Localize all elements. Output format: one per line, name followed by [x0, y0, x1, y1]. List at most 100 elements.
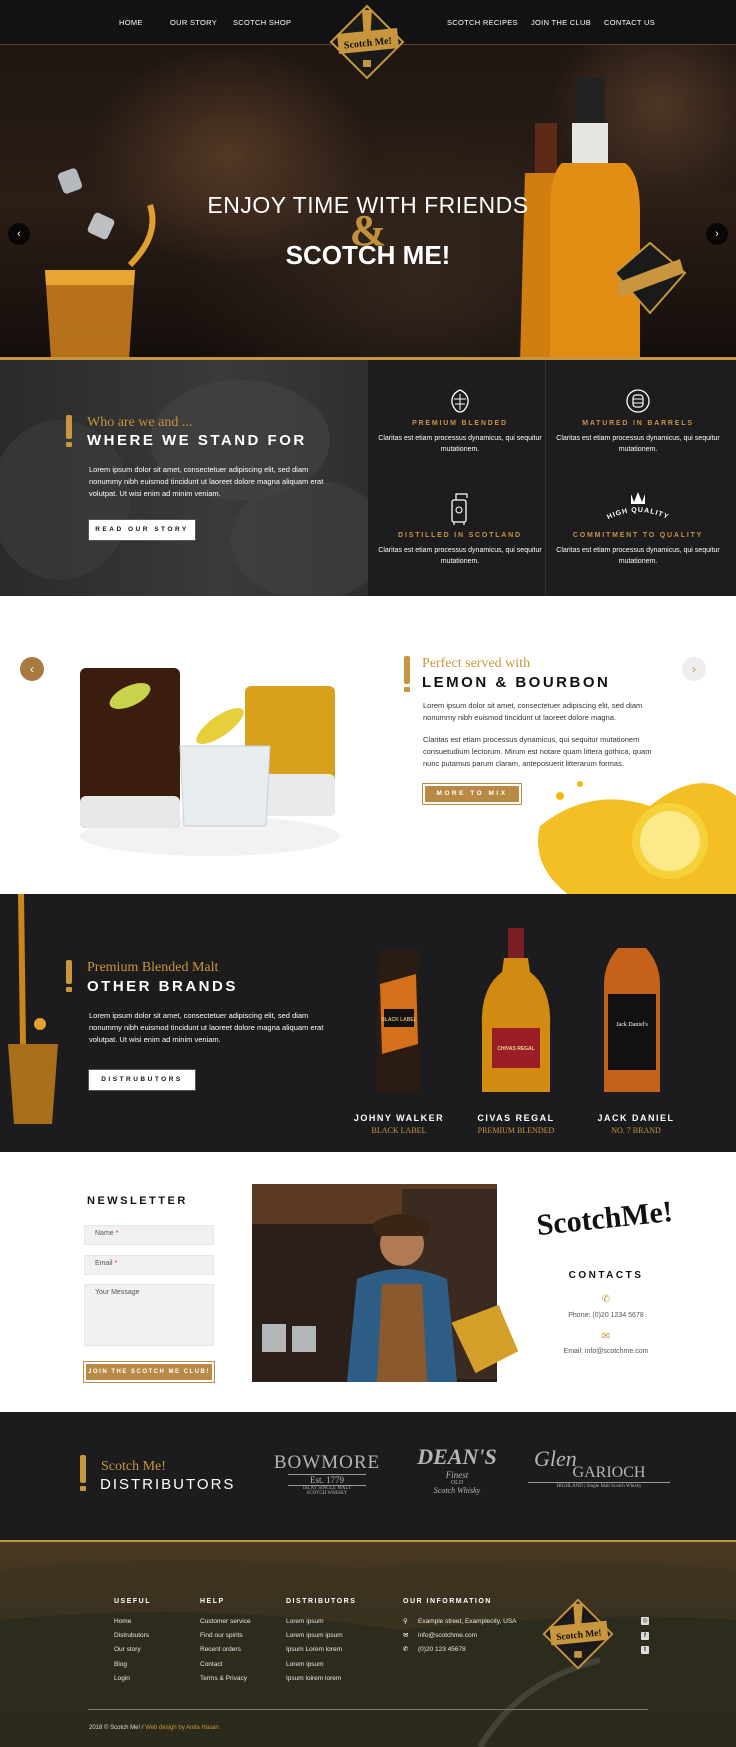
footer-link-distributor[interactable]: Ipsum Lorem lorem — [286, 1646, 342, 1653]
barrel-badge-icon — [626, 389, 650, 413]
footer-link-terms[interactable]: Terms & Privacy — [200, 1675, 247, 1682]
hero-divider — [0, 357, 736, 360]
footer-link-home[interactable]: Home — [114, 1618, 131, 1625]
exclamation-icon — [80, 1455, 86, 1483]
feature-desc: Claritas est etiam processus dynamicus, … — [556, 435, 720, 453]
brand-name: JOHNY WALKER — [353, 1113, 445, 1123]
exclamation-icon — [66, 960, 72, 984]
brand-name: CIVAS REGAL — [477, 1113, 555, 1123]
footer-help-title: HELP — [200, 1598, 225, 1605]
newsletter-section: NEWSLETTER Name * Email * Your Message J… — [0, 1152, 736, 1412]
lemon-text-2: Claritas est etiam processus dynamicus, … — [423, 735, 652, 768]
bartender-photo — [252, 1184, 519, 1382]
feature-distilled-scotland: DISTILLED IN SCOTLAND Claritas est etiam… — [368, 490, 552, 567]
footer-distributors-title: DISTRIBUTORS — [286, 1598, 357, 1605]
crown-badge-icon: HIGH QUALITY — [606, 492, 670, 521]
svg-text:HIGH QUALITY: HIGH QUALITY — [606, 507, 670, 521]
feature-desc: Claritas est etiam processus dynamicus, … — [378, 435, 542, 453]
footer-link-recent-orders[interactable]: Recent orders — [200, 1646, 241, 1653]
brand-subtitle: NO. 7 BRAND — [611, 1126, 661, 1135]
distributors-title: DISTRIBUTORS — [100, 1476, 236, 1493]
feature-title: MATURED IN BARRELS — [582, 420, 694, 427]
footer-info-title: OUR INFORMATION — [403, 1598, 492, 1605]
nav-join-club[interactable]: JOIN THE CLUB — [531, 18, 591, 27]
deans-logo[interactable]: DEAN'S Finest OLD Scotch Whisky — [416, 1444, 498, 1495]
nav-scotch-shop[interactable]: SCOTCH SHOP — [233, 18, 291, 27]
stand-for-intro: Who are we and ... WHERE WE STAND FOR Lo… — [0, 360, 368, 596]
footer-link-blog[interactable]: Blog — [114, 1661, 127, 1668]
footer-link-distributors[interactable]: Distrubutors — [114, 1632, 149, 1639]
stand-title: WHERE WE STAND FOR — [87, 432, 307, 449]
exclamation-icon — [66, 415, 72, 439]
footer-address: Example street, Examplecity, USA — [418, 1618, 517, 1625]
instagram-icon[interactable]: ◎ — [641, 1617, 649, 1625]
twitter-icon[interactable]: t — [641, 1646, 649, 1654]
other-brands-section: Premium Blended Malt OTHER BRANDS Lorem … — [0, 894, 736, 1152]
hero-title-line2: SCOTCH ME! — [285, 240, 451, 270]
stand-text: Lorem ipsum dolor sit amet, consectetuer… — [89, 465, 324, 498]
lemon-prev-button[interactable]: ‹ — [20, 657, 44, 681]
glen-garioch-logo[interactable]: Glen GARIOCH HIGHLAND | Single Malt Scot… — [528, 1446, 670, 1489]
phone-icon: ✆ — [601, 1294, 611, 1305]
hop-icon — [451, 389, 469, 413]
distributors-subtitle: Scotch Me! — [101, 1459, 166, 1474]
email-field[interactable]: Email * — [84, 1255, 214, 1275]
footer-link-login[interactable]: Login — [114, 1675, 130, 1682]
footer-email[interactable]: info@scotchme.com — [418, 1632, 477, 1639]
nav-scotch-recipes[interactable]: SCOTCH RECIPES — [447, 18, 518, 27]
footer-link-our-story[interactable]: Our story — [114, 1646, 141, 1653]
contact-email[interactable]: Email: info@scotchme.com — [520, 1348, 692, 1355]
envelope-icon: ✉ — [601, 1331, 611, 1342]
svg-text:Jack Daniel's: Jack Daniel's — [616, 1022, 648, 1028]
svg-text:CHIVAS REGAL: CHIVAS REGAL — [497, 1046, 534, 1052]
footer-link-distributor[interactable]: Lorem ipsum — [286, 1661, 324, 1668]
feature-title: PREMIUM BLENDED — [412, 420, 508, 427]
feature-commitment-quality: HIGH QUALITY COMMITMENT TO QUALITY Clari… — [546, 490, 730, 567]
footer-separator — [88, 1709, 648, 1710]
nav-our-story[interactable]: OUR STORY — [170, 18, 217, 27]
brand-subtitle: BLACK LABEL — [371, 1126, 427, 1135]
contacts-title: CONTACTS — [568, 1270, 644, 1281]
distributors-button[interactable]: DISTRUBUTORS — [88, 1069, 196, 1091]
lemon-subtitle: Perfect served with — [422, 656, 531, 671]
contact-phone: Phone: (0)20 1234 5678 — [568, 1312, 644, 1319]
brand-name: JACK DANIEL — [597, 1113, 675, 1123]
nav-home[interactable]: HOME — [119, 18, 143, 27]
footer-divider — [0, 1540, 736, 1542]
stand-subtitle: Who are we and ... — [87, 415, 193, 430]
footer-logo[interactable]: Scotch Me! — [540, 1596, 616, 1672]
join-club-button[interactable]: JOIN THE SCOTCH ME CLUB! — [83, 1361, 215, 1383]
chivas-regal-bottle: CHIVAS REGAL — [481, 928, 551, 1092]
facebook-icon[interactable]: f — [641, 1632, 649, 1640]
brands-title: OTHER BRANDS — [87, 978, 238, 995]
message-field[interactable]: Your Message — [84, 1284, 214, 1346]
footer-link-find-spirits[interactable]: Find our spirits — [200, 1632, 243, 1639]
footer-link-distributor[interactable]: Lorem ipsum — [286, 1618, 324, 1625]
pouring-glass-illustration — [8, 894, 58, 1124]
feature-desc: Claritas est etiam processus dynamicus, … — [378, 547, 542, 565]
design-credit[interactable]: Web design by Anita Hasan — [145, 1725, 219, 1731]
more-to-mix-button[interactable]: MORE TO MIX — [422, 783, 522, 805]
footer-link-distributor[interactable]: Ipsum loirem lorem — [286, 1675, 341, 1682]
location-pin-icon: ⚲ — [403, 1618, 408, 1625]
nav-contact-us[interactable]: CONTACT US — [604, 18, 655, 27]
envelope-icon: ✉ — [403, 1632, 409, 1639]
footer-useful-title: USEFUL — [114, 1598, 151, 1605]
lemon-next-button[interactable]: › — [682, 657, 706, 681]
lemon-splash-illustration — [538, 781, 736, 894]
bowmore-logo[interactable]: BOWMORE Est. 1779 ISLAY SINGLE MALT SCOT… — [266, 1452, 388, 1496]
johnnie-walker-bottle: BLACK LABEL — [376, 914, 420, 1092]
brand-logo[interactable]: Scotch Me! — [327, 4, 407, 80]
name-field[interactable]: Name * — [84, 1225, 214, 1245]
brands-subtitle: Premium Blended Malt — [87, 960, 219, 975]
lemon-title: LEMON & BOURBON — [422, 674, 611, 691]
footer-link-customer-service[interactable]: Customer service — [200, 1618, 251, 1625]
footer-link-distributor[interactable]: Lorem ipsum ipsum — [286, 1632, 343, 1639]
exclamation-icon — [404, 656, 410, 684]
feature-premium-blended: PREMIUM BLENDED Claritas est etiam proce… — [368, 388, 552, 455]
svg-text:BLACK LABEL: BLACK LABEL — [381, 1017, 417, 1023]
still-icon — [451, 493, 468, 525]
brands-text: Lorem ipsum dolor sit amet, consectetuer… — [89, 1011, 324, 1044]
footer-link-contact[interactable]: Contact — [200, 1661, 222, 1668]
read-our-story-button[interactable]: READ OUR STORY — [88, 519, 196, 541]
